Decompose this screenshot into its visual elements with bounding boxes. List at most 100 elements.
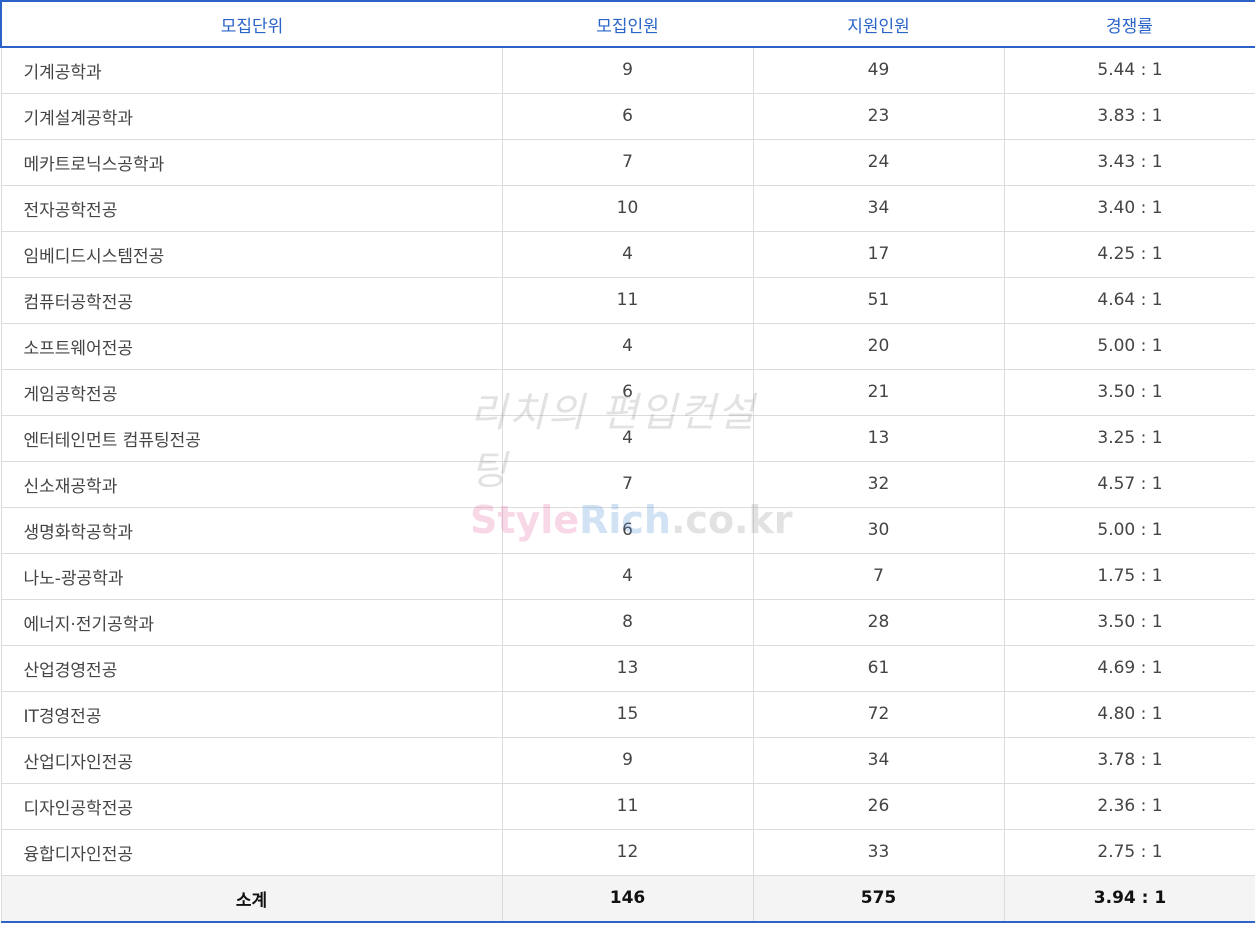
cell-applicants: 17 [752, 230, 1005, 278]
table-row: 에너지·전기공학과 8 28 3.50 : 1 [0, 598, 1255, 646]
cell-applicants: 20 [752, 322, 1005, 370]
cell-ratio: 4.69 : 1 [1003, 644, 1255, 692]
competition-table: 모집단위 모집인원 지원인원 경쟁률 기계공학과 9 49 5.44 : 1 기계설계공… [0, 0, 1255, 923]
cell-quota: 10 [501, 184, 754, 232]
table-row: 생명화학공학과 6 30 5.00 : 1 [0, 506, 1255, 554]
header-unit: 모집단위 [0, 0, 502, 48]
cell-unit: 생명화학공학과 [0, 506, 503, 554]
header-applicants: 지원인원 [753, 0, 1004, 48]
cell-quota: 4 [501, 322, 754, 370]
cell-unit: 컴퓨터공학전공 [0, 276, 503, 324]
cell-quota: 6 [501, 506, 754, 554]
cell-unit: IT경영전공 [0, 690, 503, 738]
cell-unit: 나노-광공학과 [0, 552, 503, 600]
cell-unit: 산업디자인전공 [0, 736, 503, 784]
cell-ratio: 4.25 : 1 [1003, 230, 1255, 278]
cell-quota: 7 [501, 138, 754, 186]
table-row: 게임공학전공 6 21 3.50 : 1 [0, 368, 1255, 416]
cell-quota: 11 [501, 276, 754, 324]
cell-applicants: 24 [752, 138, 1005, 186]
header-row: 모집단위 모집인원 지원인원 경쟁률 [0, 0, 1255, 48]
cell-ratio: 3.50 : 1 [1003, 368, 1255, 416]
cell-unit: 메카트로닉스공학과 [0, 138, 503, 186]
table-row: 전자공학전공 10 34 3.40 : 1 [0, 184, 1255, 232]
cell-applicants: 72 [752, 690, 1005, 738]
cell-applicants: 34 [752, 736, 1005, 784]
cell-ratio: 3.25 : 1 [1003, 414, 1255, 462]
cell-applicants: 51 [752, 276, 1005, 324]
cell-quota: 11 [501, 782, 754, 830]
cell-ratio: 2.36 : 1 [1003, 782, 1255, 830]
cell-unit: 산업경영전공 [0, 644, 503, 692]
cell-applicants: 28 [752, 598, 1005, 646]
table-row: IT경영전공 15 72 4.80 : 1 [0, 690, 1255, 738]
table-row: 디자인공학전공 11 26 2.36 : 1 [0, 782, 1255, 830]
cell-quota: 9 [501, 736, 754, 784]
cell-quota: 7 [501, 460, 754, 508]
table-row: 메카트로닉스공학과 7 24 3.43 : 1 [0, 138, 1255, 186]
cell-unit: 기계설계공학과 [0, 92, 503, 140]
cell-applicants: 7 [752, 552, 1005, 600]
cell-ratio: 4.64 : 1 [1003, 276, 1255, 324]
total-ratio: 3.94 : 1 [1003, 874, 1255, 923]
cell-applicants: 26 [752, 782, 1005, 830]
cell-applicants: 34 [752, 184, 1005, 232]
cell-ratio: 3.78 : 1 [1003, 736, 1255, 784]
total-quota: 146 [501, 874, 754, 923]
cell-quota: 6 [501, 92, 754, 140]
cell-applicants: 21 [752, 368, 1005, 416]
cell-unit: 엔터테인먼트 컴퓨팅전공 [0, 414, 503, 462]
table-row: 산업디자인전공 9 34 3.78 : 1 [0, 736, 1255, 784]
cell-ratio: 3.83 : 1 [1003, 92, 1255, 140]
table-header: 모집단위 모집인원 지원인원 경쟁률 [0, 0, 1255, 48]
cell-ratio: 3.50 : 1 [1003, 598, 1255, 646]
cell-quota: 6 [501, 368, 754, 416]
table-row: 엔터테인먼트 컴퓨팅전공 4 13 3.25 : 1 [0, 414, 1255, 462]
table-row: 기계공학과 9 49 5.44 : 1 [0, 46, 1255, 94]
total-row: 소계 146 575 3.94 : 1 [0, 874, 1255, 923]
table-row: 융합디자인전공 12 33 2.75 : 1 [0, 828, 1255, 876]
cell-ratio: 1.75 : 1 [1003, 552, 1255, 600]
cell-applicants: 32 [752, 460, 1005, 508]
cell-applicants: 61 [752, 644, 1005, 692]
cell-unit: 융합디자인전공 [0, 828, 503, 876]
cell-unit: 전자공학전공 [0, 184, 503, 232]
cell-quota: 12 [501, 828, 754, 876]
cell-ratio: 5.00 : 1 [1003, 506, 1255, 554]
cell-ratio: 4.57 : 1 [1003, 460, 1255, 508]
cell-quota: 8 [501, 598, 754, 646]
cell-quota: 4 [501, 552, 754, 600]
cell-unit: 임베디드시스템전공 [0, 230, 503, 278]
table-row: 임베디드시스템전공 4 17 4.25 : 1 [0, 230, 1255, 278]
competition-table-container: 모집단위 모집인원 지원인원 경쟁률 기계공학과 9 49 5.44 : 1 기계설계공… [0, 0, 1255, 925]
header-ratio: 경쟁률 [1004, 0, 1255, 48]
cell-applicants: 13 [752, 414, 1005, 462]
cell-quota: 9 [501, 46, 754, 94]
cell-unit: 신소재공학과 [0, 460, 503, 508]
cell-applicants: 23 [752, 92, 1005, 140]
table-row: 나노-광공학과 4 7 1.75 : 1 [0, 552, 1255, 600]
cell-ratio: 3.43 : 1 [1003, 138, 1255, 186]
total-label: 소계 [0, 874, 503, 923]
cell-applicants: 49 [752, 46, 1005, 94]
cell-unit: 게임공학전공 [0, 368, 503, 416]
cell-unit: 디자인공학전공 [0, 782, 503, 830]
cell-ratio: 5.44 : 1 [1003, 46, 1255, 94]
cell-quota: 13 [501, 644, 754, 692]
total-applicants: 575 [752, 874, 1005, 923]
cell-applicants: 33 [752, 828, 1005, 876]
cell-quota: 4 [501, 230, 754, 278]
table-row: 신소재공학과 7 32 4.57 : 1 [0, 460, 1255, 508]
table-row: 기계설계공학과 6 23 3.83 : 1 [0, 92, 1255, 140]
table-body: 기계공학과 9 49 5.44 : 1 기계설계공학과 6 23 3.83 : 1 메카트로닉스… [0, 46, 1255, 876]
cell-ratio: 5.00 : 1 [1003, 322, 1255, 370]
table-row: 컴퓨터공학전공 11 51 4.64 : 1 [0, 276, 1255, 324]
header-quota: 모집인원 [502, 0, 753, 48]
cell-ratio: 4.80 : 1 [1003, 690, 1255, 738]
table-row: 산업경영전공 13 61 4.69 : 1 [0, 644, 1255, 692]
cell-ratio: 2.75 : 1 [1003, 828, 1255, 876]
cell-applicants: 30 [752, 506, 1005, 554]
cell-quota: 4 [501, 414, 754, 462]
cell-unit: 기계공학과 [0, 46, 503, 94]
table-row: 소프트웨어전공 4 20 5.00 : 1 [0, 322, 1255, 370]
